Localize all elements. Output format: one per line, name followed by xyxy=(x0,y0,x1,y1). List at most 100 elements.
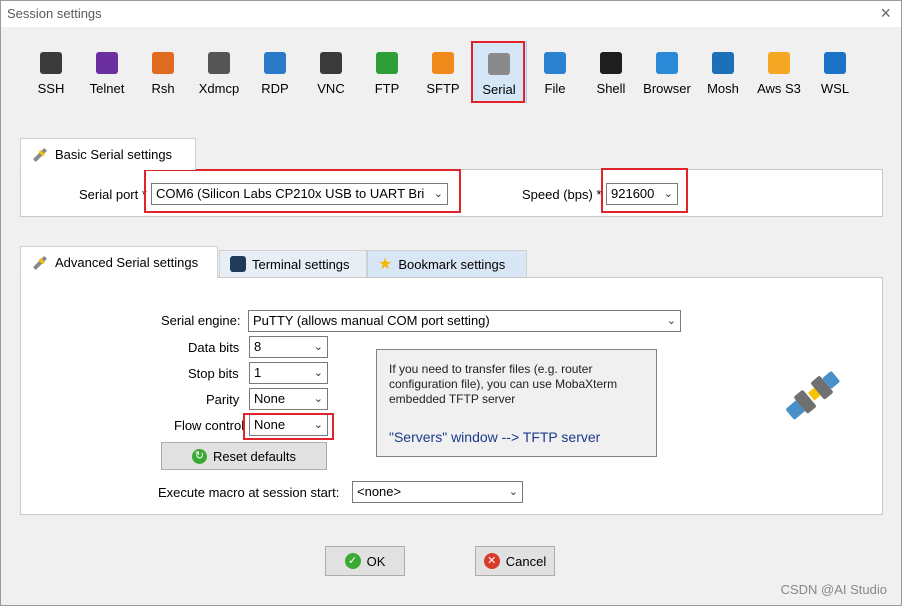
sftp-icon xyxy=(432,52,454,74)
xdmcp-icon xyxy=(208,52,230,74)
ok-button[interactable]: ✓ OK xyxy=(325,546,405,576)
shell-icon xyxy=(600,52,622,74)
title-bar: Session settings × xyxy=(1,1,901,27)
toolbar-item-mosh[interactable]: Mosh xyxy=(695,41,751,103)
file-icon xyxy=(544,52,566,74)
rdp-icon xyxy=(264,52,286,74)
toolbar-item-label: SSH xyxy=(37,81,65,96)
mosh-icon xyxy=(712,52,734,74)
flow-control-label: Flow control xyxy=(174,418,245,433)
serial-plug-icon xyxy=(488,53,510,75)
serial-engine-select[interactable]: PuTTY (allows manual COM port setting) ⌄ xyxy=(248,310,681,332)
star-icon: ★ xyxy=(378,256,393,273)
tftp-info-text: If you need to transfer files (e.g. rout… xyxy=(389,362,618,406)
tab-basic-serial-settings[interactable]: Basic Serial settings xyxy=(20,138,196,170)
close-icon[interactable]: × xyxy=(880,3,891,24)
serial-engine-value: PuTTY (allows manual COM port setting) xyxy=(253,313,490,328)
reset-defaults-button[interactable]: ↻ Reset defaults xyxy=(161,442,327,470)
chevron-down-icon: ⌄ xyxy=(313,367,323,379)
toolbar-item-telnet[interactable]: Telnet xyxy=(79,41,135,103)
telnet-icon xyxy=(96,52,118,74)
stop-bits-value: 1 xyxy=(254,365,262,380)
toolbar-item-label: FTP xyxy=(374,81,400,96)
toolbar-item-serial[interactable]: Serial xyxy=(471,41,527,103)
stop-bits-select[interactable]: 1 ⌄ xyxy=(249,362,328,384)
basic-settings-panel xyxy=(20,169,883,217)
chevron-down-icon: ⌄ xyxy=(313,419,323,431)
flow-control-value: None xyxy=(254,417,286,432)
serial-plug-small-icon xyxy=(33,147,47,162)
chevron-down-icon: ⌄ xyxy=(508,486,518,498)
toolbar-item-ftp[interactable]: FTP xyxy=(359,41,415,103)
toolbar-item-ssh[interactable]: SSH xyxy=(23,41,79,103)
speed-select[interactable]: 921600 ⌄ xyxy=(606,183,678,205)
toolbar-item-label: Rsh xyxy=(151,81,175,96)
refresh-icon: ↻ xyxy=(191,448,207,464)
browser-icon xyxy=(656,52,678,74)
data-bits-value: 8 xyxy=(254,339,262,354)
toolbar-item-label: Aws S3 xyxy=(757,81,801,96)
toolbar-item-aws-s3[interactable]: Aws S3 xyxy=(751,41,807,103)
window-title: Session settings xyxy=(7,6,102,21)
macro-label: Execute macro at session start: xyxy=(158,485,340,500)
toolbar-item-label: Serial xyxy=(482,82,516,97)
toolbar-item-file[interactable]: File xyxy=(527,41,583,103)
toolbar-item-shell[interactable]: Shell xyxy=(583,41,639,103)
wsl-icon xyxy=(824,52,846,74)
tab-advanced-label: Advanced Serial settings xyxy=(55,255,199,270)
cancel-label: Cancel xyxy=(505,553,547,569)
serial-plug-small-icon xyxy=(33,255,47,270)
toolbar-item-label: Xdmcp xyxy=(198,81,240,96)
chevron-down-icon: ⌄ xyxy=(313,393,323,405)
toolbar-item-vnc[interactable]: VNC xyxy=(303,41,359,103)
tab-terminal-settings[interactable]: Terminal settings xyxy=(219,250,367,277)
cancel-icon: ✕ xyxy=(483,553,500,569)
toolbar-item-rdp[interactable]: RDP xyxy=(247,41,303,103)
parity-select[interactable]: None ⌄ xyxy=(249,388,328,410)
toolbar-item-rsh[interactable]: Rsh xyxy=(135,41,191,103)
flow-control-select[interactable]: None ⌄ xyxy=(249,414,328,436)
watermark: CSDN @AI Studio xyxy=(780,582,887,597)
tab-terminal-label: Terminal settings xyxy=(252,256,350,272)
chevron-down-icon: ⌄ xyxy=(663,188,673,200)
tab-bookmark-label: Bookmark settings xyxy=(398,256,506,272)
chevron-down-icon: ⌄ xyxy=(666,315,676,327)
tftp-server-link[interactable]: "Servers" window --> TFTP server xyxy=(389,430,600,445)
parity-value: None xyxy=(254,391,286,406)
ok-label: OK xyxy=(366,553,386,569)
ftp-icon xyxy=(376,52,398,74)
cancel-button[interactable]: ✕ Cancel xyxy=(475,546,555,576)
toolbar-item-label: RDP xyxy=(261,81,289,96)
toolbar-item-xdmcp[interactable]: Xdmcp xyxy=(191,41,247,103)
vnc-icon xyxy=(320,52,342,74)
ssh-icon xyxy=(40,52,62,74)
toolbar-item-label: File xyxy=(544,81,566,96)
serial-plug-large-icon xyxy=(786,371,840,420)
reset-defaults-label: Reset defaults xyxy=(212,448,297,464)
tab-bookmark-settings[interactable]: ★ Bookmark settings xyxy=(367,250,527,277)
serial-port-select[interactable]: COM6 (Silicon Labs CP210x USB to UART Br… xyxy=(151,183,448,205)
data-bits-label: Data bits xyxy=(188,340,240,355)
aws-s3-icon xyxy=(768,52,790,74)
macro-select[interactable]: <none> ⌄ xyxy=(352,481,523,503)
toolbar-item-sftp[interactable]: SFTP xyxy=(415,41,471,103)
toolbar-item-label: Mosh xyxy=(707,81,739,96)
toolbar-item-label: Telnet xyxy=(89,81,125,96)
serial-port-value: COM6 (Silicon Labs CP210x USB to UART Br… xyxy=(156,186,425,201)
toolbar-item-browser[interactable]: Browser xyxy=(639,41,695,103)
chevron-down-icon: ⌄ xyxy=(433,188,443,200)
toolbar-item-label: VNC xyxy=(317,81,345,96)
toolbar-item-label: Shell xyxy=(596,81,626,96)
toolbar-item-label: SFTP xyxy=(426,81,460,96)
chevron-down-icon: ⌄ xyxy=(313,341,323,353)
tab-advanced-serial-settings[interactable]: Advanced Serial settings xyxy=(20,246,218,278)
session-settings-window: Session settings × SSH Telnet Rsh Xdmcp RDP V… xyxy=(0,0,902,606)
tftp-info-box: If you need to transfer files (e.g. rout… xyxy=(376,349,657,457)
toolbar-item-label: WSL xyxy=(820,81,850,96)
serial-engine-label: Serial engine: xyxy=(161,313,241,328)
tab-basic-label: Basic Serial settings xyxy=(55,147,173,162)
data-bits-select[interactable]: 8 ⌄ xyxy=(249,336,328,358)
stop-bits-label: Stop bits xyxy=(188,366,239,381)
toolbar-item-wsl[interactable]: WSL xyxy=(807,41,863,103)
rsh-icon xyxy=(152,52,174,74)
